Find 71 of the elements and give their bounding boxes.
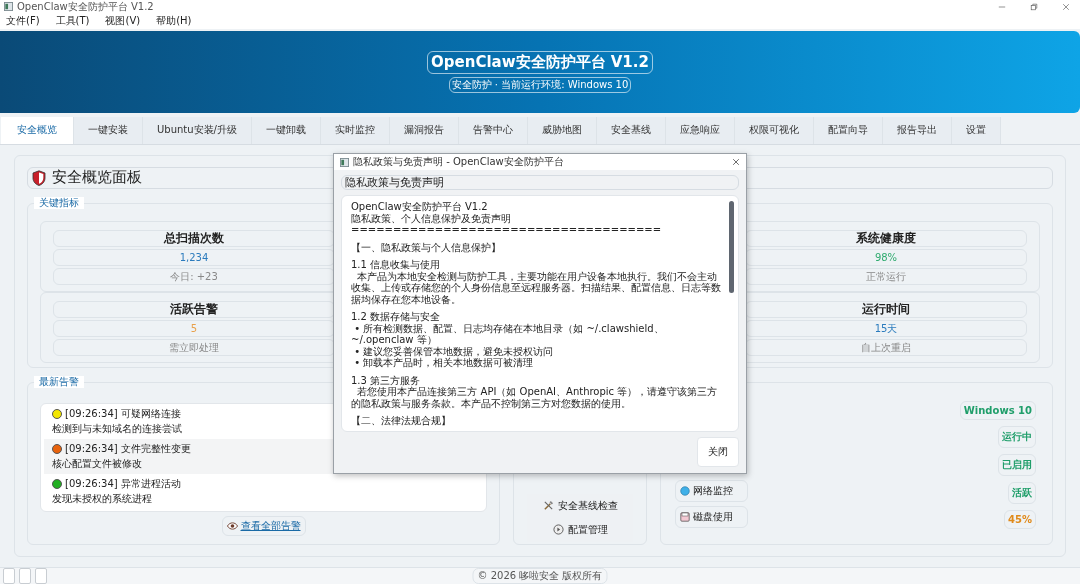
text-line: 隐私政策、个人信息保护及免责声明 <box>351 212 512 224</box>
alert-item[interactable]: [09:26:34] 异常进程活动 发现未授权的系统进程 <box>41 473 486 509</box>
text-line: 本产品为本地安全检测与防护工具，主要功能在用户设备本地执行。我们不会主动收集、上传或存储您的个人身份信息至远程服务器。扫描结果、配置信息、日志等数据均保存在您本地设备。 <box>351 270 722 305</box>
tab[interactable]: 一键安装 <box>74 117 143 144</box>
text-line: 若您使用本产品连接第三方 API（如 OpenAI、Anthropic 等），请遵守该第三方的隐私政策与服务条款。本产品不控制第三方对您数据的使用。 <box>351 386 719 409</box>
action-button[interactable]: 安全基线检查 <box>527 493 633 518</box>
alert-time: [09:26:34] <box>65 443 118 455</box>
shield-icon <box>32 169 46 186</box>
menu-item[interactable]: 工具(T) <box>55 14 90 29</box>
group-title: 关键指标 <box>34 196 84 209</box>
tab[interactable]: 实时监控 <box>321 117 390 144</box>
app-icon <box>4 2 13 11</box>
text-line: 【一、隐私政策与个人信息保护】 <box>351 241 502 253</box>
text-line: • 卸载本产品时，相关本地数据可被清理 <box>353 357 534 369</box>
tab[interactable]: 威胁地图 <box>528 117 597 144</box>
tab[interactable]: 一键卸载 <box>252 117 321 144</box>
action-button[interactable]: 配置管理 <box>527 517 633 542</box>
close-icon[interactable] <box>732 158 740 166</box>
alert-time: [09:26:34] <box>65 408 118 420</box>
tab[interactable]: 告警中心 <box>459 117 528 144</box>
group-title: 最新告警 <box>34 375 84 388</box>
text-line: 【二、法律法规合规】 <box>351 415 452 427</box>
play-circle-icon <box>552 524 564 536</box>
alert-title: 文件完整性变更 <box>120 441 191 456</box>
app-icon <box>340 157 349 167</box>
status-value: 已启用 <box>998 453 1036 476</box>
tab[interactable]: 报告导出 <box>883 117 952 144</box>
dialog-title: 隐私政策与免责声明 - OpenClaw安全防护平台 <box>353 155 564 169</box>
system-label: 磁盘使用 <box>675 505 748 528</box>
menu-item[interactable]: 文件(F) <box>6 14 40 29</box>
menu-item[interactable]: 视图(V) <box>105 14 141 29</box>
tab[interactable]: 漏洞报告 <box>390 117 459 144</box>
tab[interactable]: 安全概览 <box>1 117 74 144</box>
alert-time: [09:26:34] <box>65 478 118 490</box>
alert-detail: 核心配置文件被修改 <box>52 456 142 471</box>
text-line: • 建议您妥善保管本地数据，避免未授权访问 <box>354 345 555 357</box>
dialog-heading: 隐私政策与免责声明 <box>341 175 739 190</box>
tools-icon <box>542 500 554 512</box>
text-line: ===================================== <box>351 224 663 236</box>
alert-title: 异常进程活动 <box>120 476 181 491</box>
status-value: 45% <box>1004 509 1036 529</box>
alert-detail: 检测到与未知域名的连接尝试 <box>52 421 182 436</box>
tab[interactable]: 权限可视化 <box>735 117 814 144</box>
tab[interactable]: 设置 <box>952 117 1001 144</box>
view-all-link[interactable]: 查看全部告警 <box>221 515 306 536</box>
text-line: OpenClaw安全防护平台 V1.2 <box>351 201 489 213</box>
globe-icon <box>680 485 690 496</box>
text-line: • 所有检测数据、配置、日志均存储在本地目录（如 ~/.clawshield、~/.openclaw 等） <box>351 322 665 346</box>
alert-title: 可疑网络连接 <box>120 406 181 421</box>
window-title: OpenClaw安全防护平台 V1.2 <box>17 0 154 14</box>
text-line: 1.3 第三方服务 <box>351 374 422 386</box>
banner-subtitle: 安全防护 · 当前运行环境: Windows 10 <box>448 77 632 94</box>
restore-icon[interactable] <box>1030 2 1038 11</box>
tab[interactable]: Ubuntu安装/升级 <box>143 117 252 144</box>
status-value: 活跃 <box>1008 481 1036 504</box>
text-line: 1.2 数据存储与安全 <box>351 311 442 323</box>
panel-title: 安全概览面板 <box>52 168 142 188</box>
system-label: 网络监控 <box>675 479 748 502</box>
tab[interactable]: 安全基线 <box>597 117 666 144</box>
text-line: 1.1 信息收集与使用 <box>351 259 442 271</box>
close-icon[interactable] <box>1062 2 1070 11</box>
menu-item[interactable]: 帮助(H) <box>156 14 192 29</box>
tab[interactable]: 配置向导 <box>814 117 883 144</box>
tab[interactable]: 应急响应 <box>666 117 735 144</box>
status-value: 运行中 <box>998 425 1036 448</box>
alert-detail: 发现未授权的系统进程 <box>52 491 152 506</box>
eye-icon <box>226 521 238 530</box>
scrollbar-thumb[interactable] <box>729 201 734 293</box>
banner-title: OpenClaw安全防护平台 V1.2 <box>427 51 653 75</box>
close-button[interactable]: 关闭 <box>697 436 739 467</box>
status-value: Windows 10 <box>959 400 1036 420</box>
